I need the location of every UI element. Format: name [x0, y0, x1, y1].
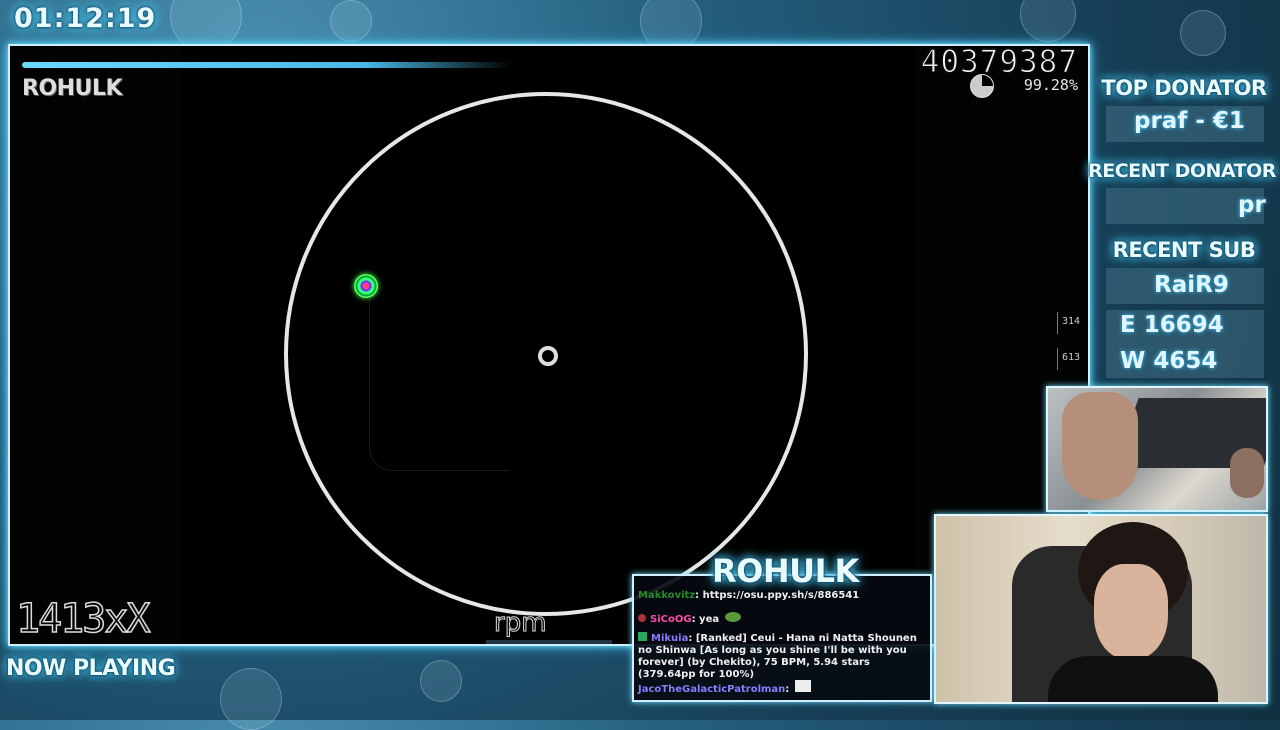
- chat-message: Mikuia: [Ranked] Ceui - Hana ni Natta Sh…: [638, 632, 928, 681]
- hit-count-divider: [1057, 348, 1058, 370]
- background-bokeh: [330, 0, 372, 42]
- combo-value: 1413x: [15, 595, 129, 643]
- chat-separator: :: [688, 633, 696, 644]
- combo-counter: 1413xX: [15, 595, 152, 643]
- chat-separator: :: [785, 684, 793, 695]
- player-name: ROHULK: [22, 76, 123, 101]
- health-bar: [22, 62, 512, 68]
- chat-message: SiCoOG: yea: [638, 612, 928, 626]
- stat-w: W 4654: [1120, 348, 1218, 374]
- chat-message: Makkovitz: https://osu.ppy.sh/s/886541: [638, 590, 928, 602]
- chat-badge-icon: [638, 632, 647, 641]
- spinner-rpm-bar: [486, 640, 612, 644]
- recent-donator-value: pr: [1238, 192, 1266, 218]
- hit-count-k1: 314: [1061, 316, 1080, 327]
- combo-ghost: X: [126, 595, 152, 643]
- chat-box[interactable]: Makkovitz: https://osu.ppy.sh/s/886541 S…: [632, 574, 932, 702]
- background-bokeh: [220, 668, 282, 730]
- chat-badge-icon: [638, 614, 646, 622]
- emote-icon: [794, 680, 811, 692]
- chat-username: Makkovitz: [638, 590, 696, 601]
- hands-webcam: [1046, 386, 1268, 512]
- hit-count-divider: [1057, 312, 1058, 334]
- hand-shape: [1230, 448, 1264, 498]
- score: 40379387: [920, 44, 1078, 81]
- chat-separator: :: [691, 614, 700, 625]
- recent-sub-value: RaiR9: [1154, 272, 1229, 298]
- person-face: [1094, 564, 1168, 660]
- top-donator-value: praf - €1: [1134, 108, 1245, 134]
- chat-text: yea: [699, 614, 720, 625]
- recent-donator-label: RECENT DONATOR: [1088, 160, 1276, 182]
- chat-title: ROHULK: [712, 552, 859, 590]
- game-area[interactable]: ROHULK 40379387 99.28% 314 613 1413xX rp…: [8, 44, 1090, 646]
- chat-username: SiCoOG: [650, 614, 692, 625]
- pepe-emote-icon: [725, 612, 742, 622]
- background-bokeh: [1180, 10, 1226, 56]
- hit-count-k2: 613: [1061, 352, 1080, 363]
- background-bokeh: [420, 660, 462, 702]
- spinner-rpm-label: rpm: [494, 608, 548, 639]
- spinner-center: [538, 346, 558, 366]
- stat-e: E 16694: [1120, 312, 1224, 338]
- playfield-margin-left: [10, 46, 182, 644]
- cursor-icon: [354, 274, 378, 298]
- accuracy: 99.28%: [1023, 76, 1078, 94]
- person-shirt: [1048, 656, 1218, 702]
- face-webcam: [934, 514, 1268, 704]
- top-donator-label: TOP DONATOR: [1101, 76, 1267, 100]
- background-bokeh: [1020, 0, 1076, 42]
- now-playing-label: NOW PLAYING: [6, 656, 176, 681]
- progress-pie-icon: [970, 74, 994, 98]
- hand-shape: [1062, 392, 1138, 500]
- cursor-trail: [369, 296, 510, 471]
- chat-separator: :: [695, 590, 703, 601]
- chat-text: https://osu.ppy.sh/s/886541: [702, 590, 860, 601]
- chat-message: JacoTheGalacticPatrolman:: [638, 680, 928, 696]
- recent-sub-label: RECENT SUB: [1112, 238, 1256, 262]
- chat-username: JacoTheGalacticPatrolman: [638, 684, 786, 695]
- chat-username: Mikuia: [651, 633, 689, 644]
- stream-timer: 01:12:19: [14, 3, 157, 34]
